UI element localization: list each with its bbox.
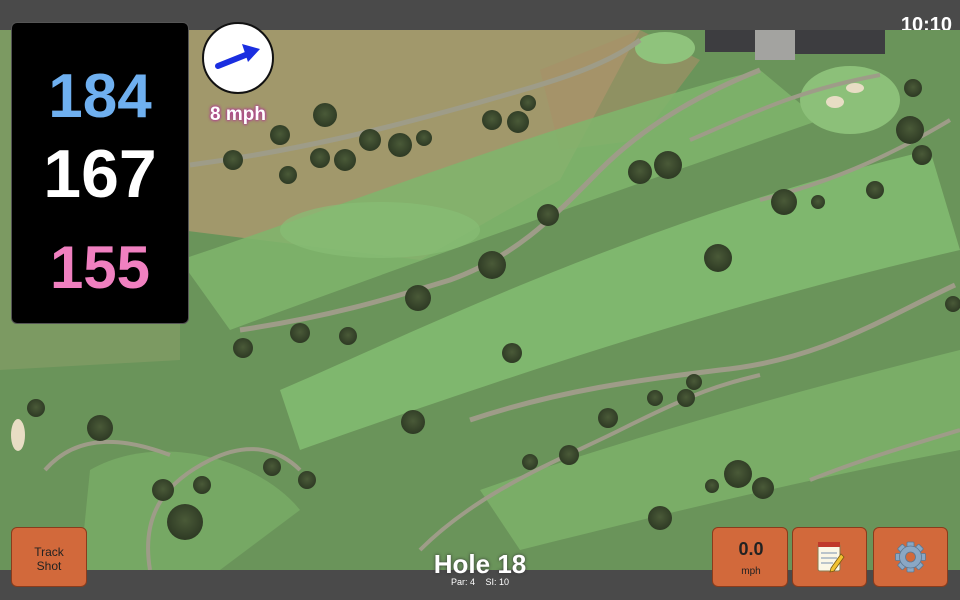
- speed-button[interactable]: 0.0 mph: [712, 527, 788, 587]
- back-of-green-distance: 184: [48, 62, 152, 131]
- middle-of-green-distance: 167: [43, 136, 157, 212]
- par-label: Par: 4: [450, 577, 475, 587]
- notes-button[interactable]: [792, 527, 867, 587]
- speed-unit: mph: [741, 566, 761, 577]
- stroke-index-label: SI: 10: [485, 577, 510, 587]
- wind-direction-arrow-icon: [215, 44, 260, 69]
- track-shot-button[interactable]: Track Shot: [11, 527, 87, 587]
- wind-speed-label: 8 mph: [210, 104, 266, 125]
- front-of-green-distance: 155: [49, 234, 151, 301]
- wind-indicator: [202, 22, 274, 94]
- settings-button[interactable]: [873, 527, 948, 587]
- notepad-icon: [817, 542, 845, 573]
- gear-icon: [895, 541, 926, 573]
- track-shot-label-line2: Shot: [36, 559, 62, 573]
- hole-title: Hole 18: [433, 549, 527, 579]
- hole-info: Par: 4 SI: 10: [380, 577, 580, 587]
- speed-value: 0.0: [738, 539, 764, 559]
- track-shot-label-line1: Track: [34, 545, 64, 559]
- distance-panel: 184 167 155: [11, 22, 189, 324]
